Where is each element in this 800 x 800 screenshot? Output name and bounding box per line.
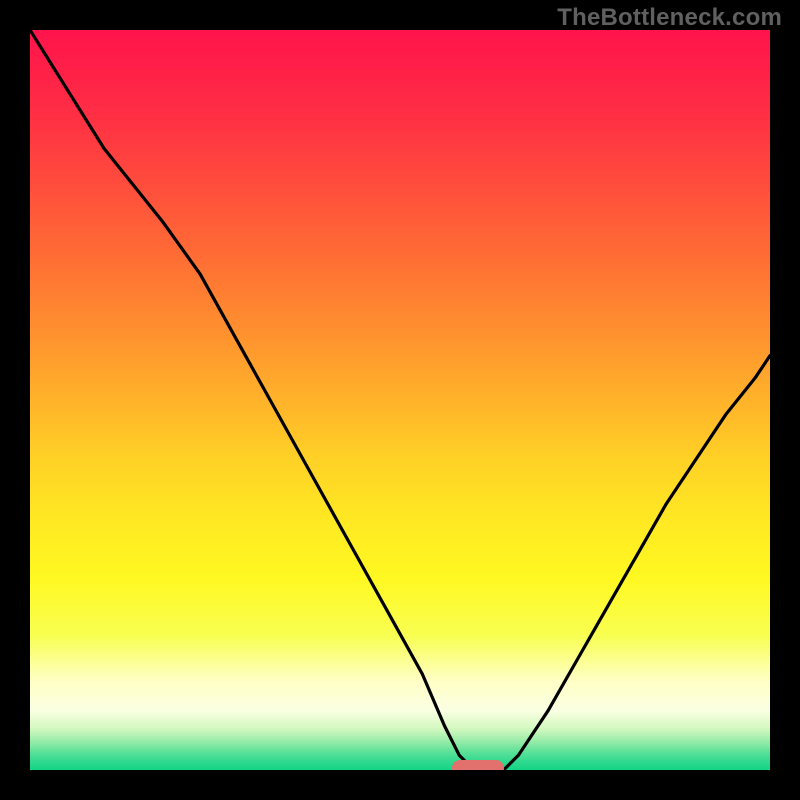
plot-area — [30, 30, 770, 770]
bottleneck-curve — [30, 30, 770, 770]
watermark-text: TheBottleneck.com — [557, 4, 782, 32]
optimal-marker — [452, 760, 504, 770]
chart-frame: TheBottleneck.com — [0, 0, 800, 800]
